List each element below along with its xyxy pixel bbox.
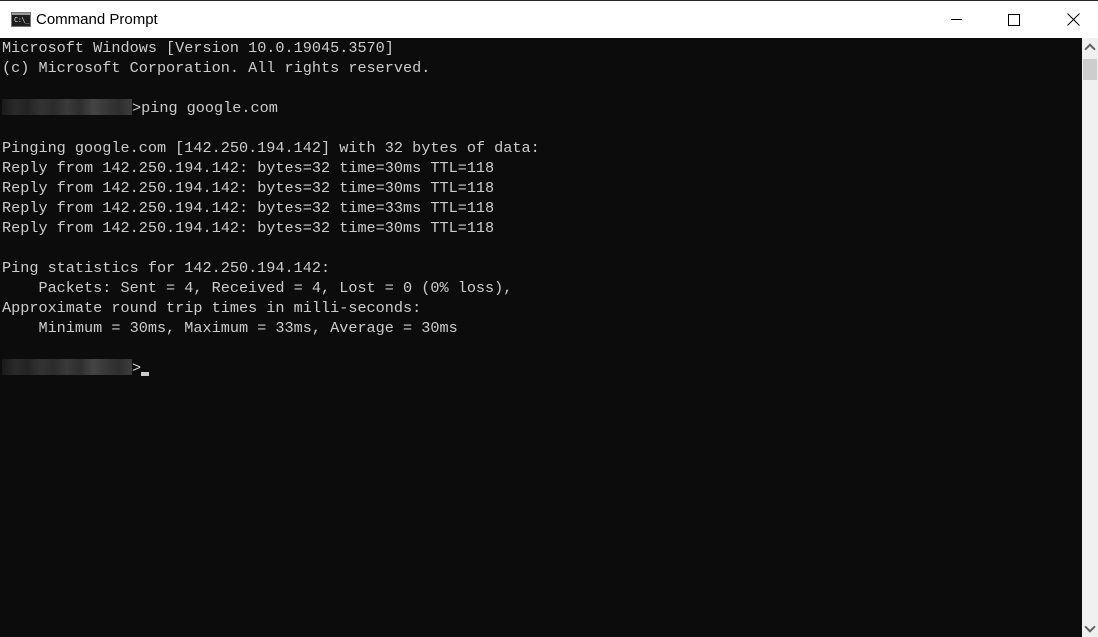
console-line: Reply from 142.250.194.142: bytes=32 tim… [2, 199, 495, 217]
console-line: >ping google.com [2, 98, 540, 118]
console-line: Reply from 142.250.194.142: bytes=32 tim… [2, 179, 495, 197]
title-bar[interactable]: C:\_ Command Prompt [0, 0, 1098, 38]
console-line: Ping statistics for 142.250.194.142: [2, 259, 331, 277]
vertical-scrollbar[interactable] [1082, 38, 1098, 637]
console-line: Pinging google.com [142.250.194.142] wit… [2, 139, 540, 157]
console-line: > [2, 358, 540, 378]
text-cursor [141, 372, 150, 376]
console-line: (c) Microsoft Corporation. All rights re… [2, 59, 431, 77]
console-line: Packets: Sent = 4, Received = 4, Lost = … [2, 279, 513, 297]
maximize-button[interactable] [991, 1, 1037, 38]
redacted-prompt-path [2, 359, 132, 375]
redacted-prompt-path [2, 99, 132, 115]
maximize-icon [1008, 13, 1020, 26]
scroll-down-icon [1084, 620, 1096, 633]
minimize-button[interactable] [933, 1, 979, 38]
scroll-up-icon [1084, 42, 1096, 55]
scroll-down-button[interactable] [1082, 620, 1098, 637]
console-line: Approximate round trip times in milli-se… [2, 299, 422, 317]
close-button[interactable] [1050, 1, 1096, 38]
scroll-thumb[interactable] [1083, 59, 1097, 80]
window-title: Command Prompt [36, 11, 158, 28]
scroll-up-button[interactable] [1082, 38, 1098, 55]
console-line: Minimum = 30ms, Maximum = 33ms, Average … [2, 319, 458, 337]
close-icon [1067, 13, 1080, 26]
console-output[interactable]: Microsoft Windows [Version 10.0.19045.35… [0, 38, 1082, 637]
command-text: >ping google.com [132, 99, 278, 117]
cmd-icon-text: C:\_ [14, 16, 29, 24]
console-line: Reply from 142.250.194.142: bytes=32 tim… [2, 159, 495, 177]
command-text: > [132, 359, 142, 377]
cmd-icon: C:\_ [11, 12, 31, 27]
console-lines: Microsoft Windows [Version 10.0.19045.35… [2, 38, 540, 378]
console-line: Reply from 142.250.194.142: bytes=32 tim… [2, 219, 495, 237]
minimize-icon [950, 19, 962, 20]
console-line: Microsoft Windows [Version 10.0.19045.35… [2, 39, 394, 57]
